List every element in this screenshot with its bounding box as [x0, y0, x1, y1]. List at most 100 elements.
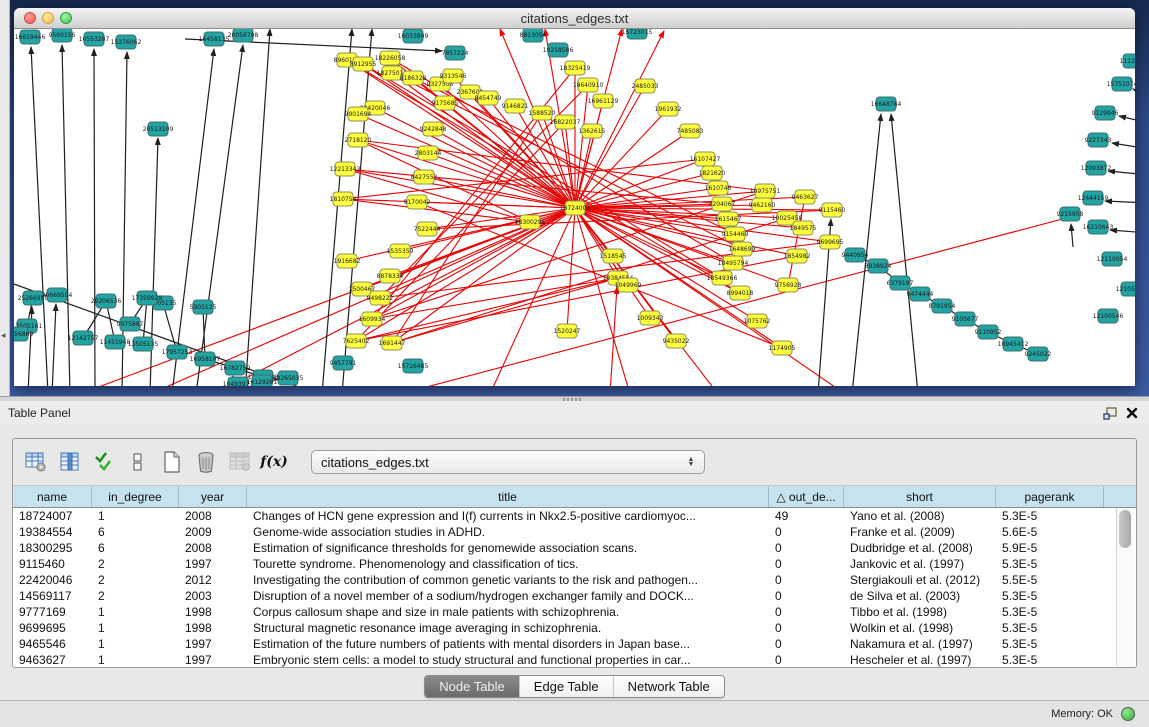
- network-node[interactable]: 8878334: [377, 269, 404, 283]
- network-node[interactable]: 8454749: [475, 91, 502, 105]
- network-node[interactable]: 2718120: [345, 133, 372, 147]
- table-cell[interactable]: 0: [769, 540, 844, 556]
- network-node[interactable]: 8427552: [411, 170, 438, 184]
- table-cell[interactable]: 0: [769, 572, 844, 588]
- table-cell[interactable]: 18724007: [13, 508, 92, 524]
- table-cell[interactable]: 1: [92, 604, 179, 620]
- network-node[interactable]: 16107427: [690, 152, 721, 166]
- table-cell[interactable]: 19384554: [13, 524, 92, 540]
- network-node[interactable]: 12105169: [1116, 282, 1135, 296]
- table-cell[interactable]: 5.9E-5: [996, 540, 1104, 556]
- table-cell[interactable]: 0: [769, 652, 844, 668]
- network-node[interactable]: 9498222: [367, 291, 394, 305]
- network-node[interactable]: 9435022: [663, 334, 690, 348]
- network-node[interactable]: 1520247: [554, 324, 581, 338]
- table-cell[interactable]: 2012: [179, 572, 247, 588]
- table-cell[interactable]: Estimation of significance thresholds fo…: [247, 540, 769, 556]
- table-cell[interactable]: 2009: [179, 524, 247, 540]
- table-cell[interactable]: Investigating the contribution of common…: [247, 572, 769, 588]
- table-cell[interactable]: 1997: [179, 652, 247, 668]
- network-node[interactable]: 2204067: [709, 197, 736, 211]
- network-node[interactable]: 15723015: [622, 29, 653, 39]
- network-node[interactable]: 1610746: [705, 181, 732, 195]
- new-document-button[interactable]: [157, 447, 187, 477]
- network-node[interactable]: 1916682: [334, 254, 361, 268]
- network-node[interactable]: 2803144: [415, 146, 442, 160]
- table-cell[interactable]: 1: [92, 652, 179, 668]
- network-node[interactable]: 9129946: [1092, 106, 1119, 120]
- network-node[interactable]: 16210643: [1083, 220, 1114, 234]
- network-edge[interactable]: [1105, 201, 1135, 203]
- table-mode-button[interactable]: [21, 447, 51, 477]
- network-node[interactable]: 1854982: [784, 249, 811, 263]
- network-edge[interactable]: [245, 29, 270, 386]
- network-node[interactable]: 18975751: [750, 184, 781, 198]
- network-edge[interactable]: [1071, 224, 1073, 247]
- network-node[interactable]: 1609934: [359, 312, 386, 326]
- table-cell[interactable]: Hescheler et al. (1997): [844, 652, 996, 668]
- network-node[interactable]: 9313546: [440, 69, 467, 83]
- network-node[interactable]: 18495794: [718, 256, 749, 270]
- network-node[interactable]: 16033809: [398, 29, 429, 43]
- network-node[interactable]: 20513109: [143, 122, 174, 136]
- function-builder-button[interactable]: f(x): [259, 447, 289, 477]
- table-cell[interactable]: Disruption of a novel member of a sodium…: [247, 588, 769, 604]
- network-node[interactable]: 9110952: [975, 325, 1002, 339]
- table-cell[interactable]: 2: [92, 572, 179, 588]
- table-cell[interactable]: 5.3E-5: [996, 588, 1104, 604]
- network-node[interactable]: 8938924: [865, 259, 892, 273]
- table-cell[interactable]: 5.3E-5: [996, 620, 1104, 636]
- network-node[interactable]: 8791954: [929, 299, 956, 313]
- table-cell[interactable]: 9699695: [13, 620, 92, 636]
- table-cell[interactable]: Changes of HCN gene expression and I(f) …: [247, 508, 769, 524]
- network-node[interactable]: 9463627: [792, 190, 819, 204]
- table-cell[interactable]: 2003: [179, 588, 247, 604]
- table-cell[interactable]: 0: [769, 524, 844, 540]
- table-cell[interactable]: 0: [769, 588, 844, 604]
- table-cell[interactable]: 49: [769, 508, 844, 524]
- memory-status-icon[interactable]: [1121, 707, 1135, 721]
- table-cell[interactable]: 22420046: [13, 572, 92, 588]
- network-node[interactable]: 9154469: [722, 227, 749, 241]
- network-node[interactable]: 16822037: [550, 115, 581, 129]
- network-node[interactable]: 12213343: [330, 162, 361, 176]
- tab-network-table[interactable]: Network Table: [613, 676, 724, 697]
- table-cell[interactable]: 1: [92, 636, 179, 652]
- table-cell[interactable]: 5.6E-5: [996, 524, 1104, 540]
- network-node[interactable]: 1615467: [715, 212, 742, 226]
- side-collapse-strip[interactable]: ◂: [0, 0, 10, 396]
- network-edge[interactable]: [52, 304, 56, 386]
- table-cell[interactable]: Dudbridge et al. (2008): [844, 540, 996, 556]
- table-cell[interactable]: Yano et al. (2008): [844, 508, 996, 524]
- network-node[interactable]: 15276062: [111, 35, 142, 49]
- table-cell[interactable]: 6: [92, 524, 179, 540]
- network-edge[interactable]: [172, 49, 214, 386]
- table-row[interactable]: 977716911998Corpus callosum shape and si…: [13, 604, 1136, 620]
- network-node[interactable]: 7485083: [677, 124, 704, 138]
- network-edge[interactable]: [215, 208, 575, 386]
- network-node[interactable]: 16458135: [199, 32, 230, 46]
- network-node[interactable]: 18640910: [573, 78, 604, 92]
- table-cell[interactable]: 1998: [179, 620, 247, 636]
- network-window-titlebar[interactable]: citations_edges.txt: [14, 8, 1135, 29]
- network-node[interactable]: 16648784: [871, 97, 902, 111]
- network-node[interactable]: 1049969: [615, 278, 642, 292]
- table-cell[interactable]: 2: [92, 588, 179, 604]
- network-node[interactable]: 8994018: [727, 286, 754, 300]
- network-edge[interactable]: [347, 208, 575, 261]
- network-node[interactable]: 1849575: [790, 221, 817, 235]
- network-node[interactable]: 9227343: [1085, 133, 1112, 147]
- table-cell[interactable]: 9777169: [13, 604, 92, 620]
- table-cell[interactable]: Wolkin et al. (1998): [844, 620, 996, 636]
- table-cell[interactable]: 2008: [179, 508, 247, 524]
- network-node[interactable]: 18325419: [560, 61, 591, 75]
- table-cell[interactable]: 5.5E-5: [996, 572, 1104, 588]
- table-cell[interactable]: Stergiakouli et al. (2012): [844, 572, 996, 588]
- table-cell[interactable]: Tourette syndrome. Phenomenology and cla…: [247, 556, 769, 572]
- table-cell[interactable]: 9463627: [13, 652, 92, 668]
- table-cell[interactable]: 14569117: [13, 588, 92, 604]
- table-cell[interactable]: 0: [769, 636, 844, 652]
- network-node[interactable]: 20056798: [228, 29, 259, 42]
- network-node[interactable]: 12110054: [1097, 252, 1128, 266]
- table-row[interactable]: 1872400712008Changes of HCN gene express…: [13, 508, 1136, 524]
